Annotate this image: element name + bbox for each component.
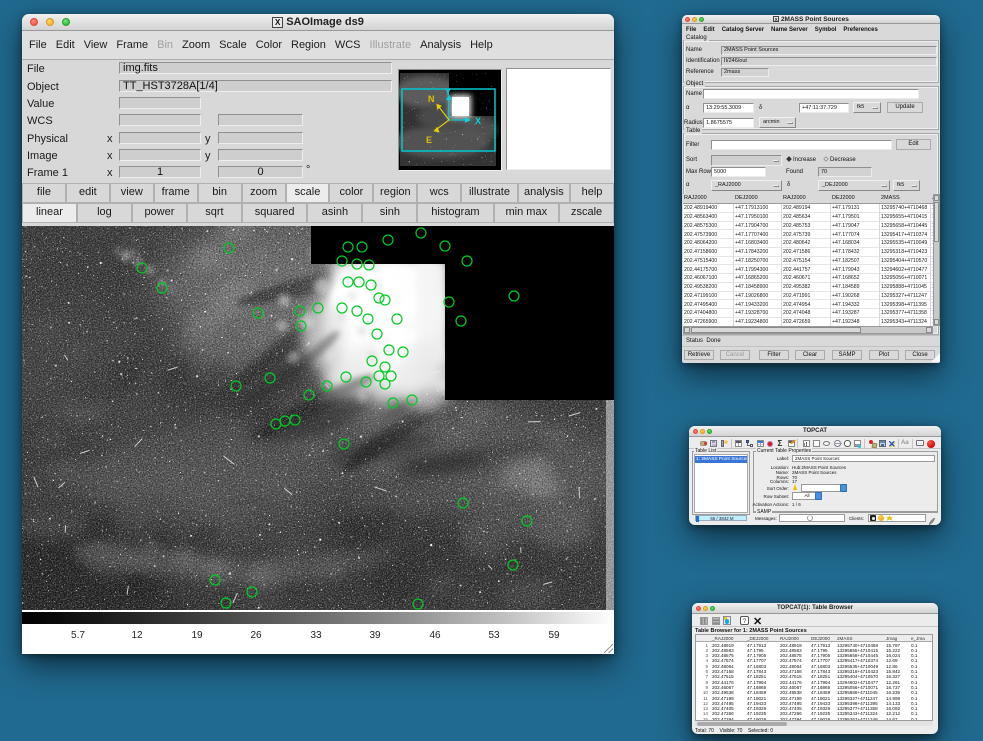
svg-text:N: N bbox=[428, 94, 435, 104]
svg-text:X: X bbox=[475, 116, 481, 126]
svg-text:Y: Y bbox=[445, 87, 451, 97]
svg-text:E: E bbox=[426, 135, 432, 145]
